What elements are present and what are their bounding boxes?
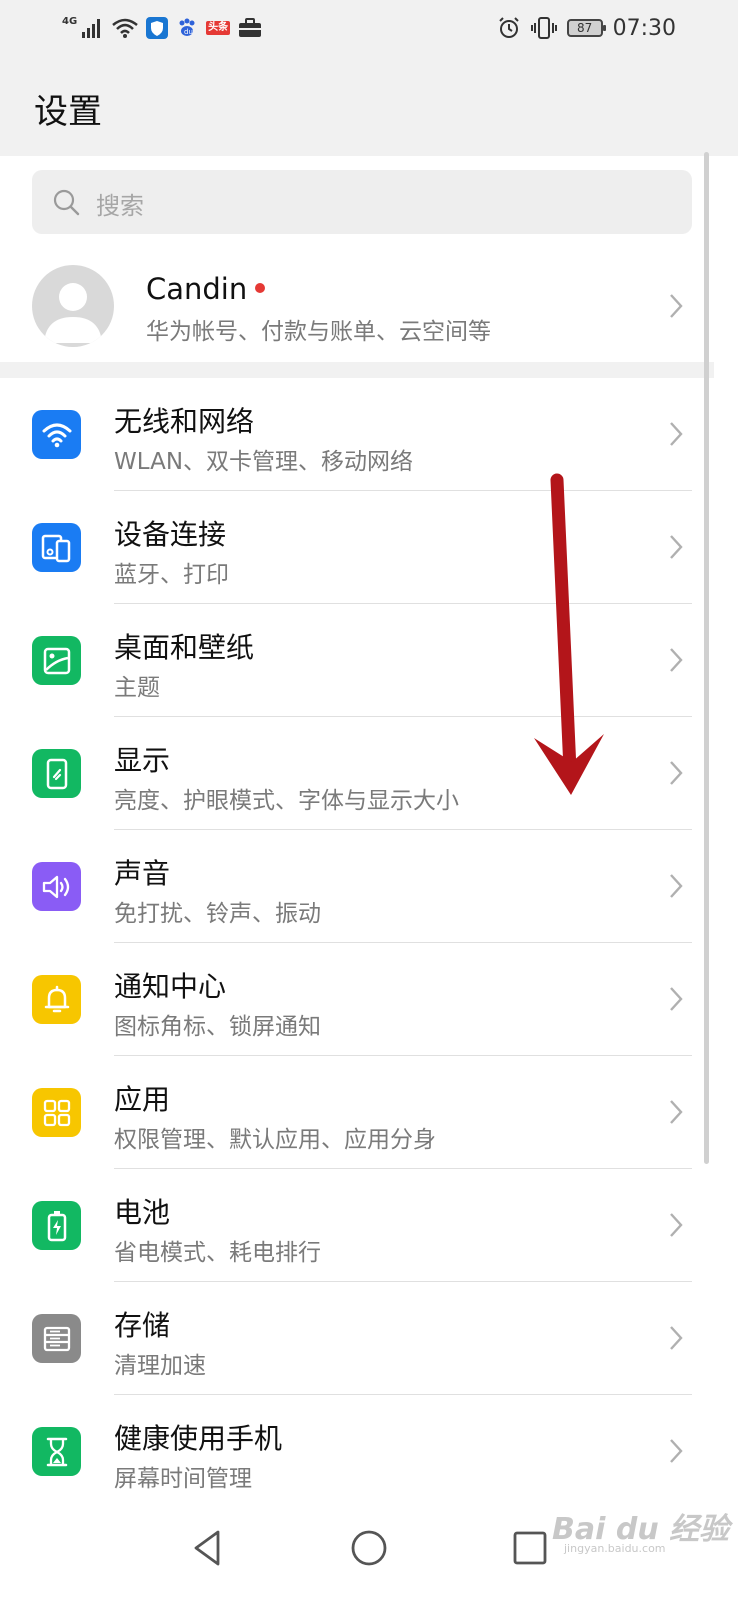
search-input[interactable]: 搜索 bbox=[32, 170, 692, 234]
search-placeholder: 搜索 bbox=[96, 192, 144, 220]
storage-icon bbox=[43, 1326, 70, 1351]
scrollbar[interactable] bbox=[704, 152, 709, 1164]
chevron-right-icon bbox=[670, 1326, 683, 1350]
status-bar: 4G du 头条 87 07:30 bbox=[0, 0, 738, 56]
item-subtitle: 主题 bbox=[114, 675, 160, 701]
account-profile-row[interactable]: Candin 华为帐号、付款与账单、云空间等 bbox=[0, 250, 714, 362]
wallpaper-icon bbox=[43, 647, 70, 674]
chevron-right-icon bbox=[670, 987, 683, 1011]
app-header: 设置 bbox=[0, 56, 738, 156]
item-subtitle: 免打扰、铃声、振动 bbox=[114, 901, 321, 927]
page-title: 设置 bbox=[34, 92, 102, 132]
status-right: 87 07:30 bbox=[497, 14, 676, 42]
settings-item-apps[interactable]: 应用 权限管理、默认应用、应用分身 bbox=[0, 1056, 714, 1169]
home-button[interactable] bbox=[345, 1524, 393, 1572]
row-icon-bg bbox=[32, 1314, 81, 1363]
sound-icon bbox=[42, 875, 69, 898]
apps-grid-icon bbox=[43, 1099, 70, 1126]
item-title: 健康使用手机 bbox=[114, 1422, 283, 1455]
item-subtitle: 图标角标、锁屏通知 bbox=[114, 1014, 321, 1040]
notification-dot bbox=[255, 283, 266, 293]
settings-item-battery[interactable]: 电池 省电模式、耗电排行 bbox=[0, 1169, 714, 1282]
settings-item-digital-balance[interactable]: 健康使用手机 屏幕时间管理 bbox=[0, 1395, 714, 1508]
row-icon-bg bbox=[32, 1088, 81, 1137]
settings-item-storage[interactable]: 存储 清理加速 bbox=[0, 1282, 714, 1395]
item-title: 桌面和壁纸 bbox=[114, 631, 255, 664]
briefcase-icon bbox=[239, 18, 262, 37]
row-icon-bg bbox=[32, 1201, 81, 1250]
item-subtitle: 蓝牙、打印 bbox=[114, 562, 229, 588]
alarm-icon bbox=[498, 17, 519, 38]
item-title: 存储 bbox=[114, 1309, 171, 1342]
chevron-right-icon bbox=[670, 294, 683, 318]
section-divider bbox=[0, 362, 714, 378]
svg-text:du: du bbox=[184, 28, 193, 36]
vibrate-icon bbox=[530, 17, 557, 39]
chevron-right-icon bbox=[670, 761, 683, 785]
item-title: 显示 bbox=[114, 744, 171, 777]
item-subtitle: 清理加速 bbox=[114, 1353, 206, 1379]
network-type-label: 4G bbox=[62, 15, 78, 27]
profile-name-text: Candin bbox=[146, 272, 248, 306]
notification-bell-icon bbox=[44, 985, 69, 1012]
chevron-right-icon bbox=[670, 535, 683, 559]
profile-name: Candin bbox=[146, 272, 266, 306]
item-title: 无线和网络 bbox=[114, 405, 255, 438]
watermark-subtext: jingyan.baidu.com bbox=[564, 1542, 666, 1555]
settings-item-notification-center[interactable]: 通知中心 图标角标、锁屏通知 bbox=[0, 943, 714, 1056]
hourglass-icon bbox=[46, 1437, 67, 1466]
row-icon-bg bbox=[32, 862, 81, 911]
baidu-watermark: Bai du 经验 jingyan.baidu.com bbox=[552, 1504, 732, 1555]
device-connection-icon bbox=[41, 534, 70, 562]
settings-item-sound[interactable]: 声音 免打扰、铃声、振动 bbox=[0, 830, 714, 943]
item-title: 应用 bbox=[114, 1083, 171, 1116]
status-left: 4G du 头条 bbox=[62, 14, 262, 42]
shield-app-icon bbox=[146, 17, 169, 39]
recents-button[interactable] bbox=[506, 1524, 554, 1572]
search-icon bbox=[53, 189, 80, 216]
news-app-badge: 头条 bbox=[206, 21, 231, 35]
item-subtitle: WLAN、双卡管理、移动网络 bbox=[114, 449, 414, 475]
item-title: 声音 bbox=[114, 857, 171, 890]
baidu-paw-icon: du bbox=[179, 18, 195, 36]
wifi-icon bbox=[42, 423, 71, 447]
wifi-status-icon bbox=[112, 18, 138, 38]
clock: 07:30 bbox=[612, 15, 676, 41]
chevron-right-icon bbox=[670, 1439, 683, 1463]
row-icon-bg bbox=[32, 410, 81, 459]
chevron-right-icon bbox=[670, 1100, 683, 1124]
item-title: 电池 bbox=[114, 1196, 171, 1229]
item-subtitle: 屏幕时间管理 bbox=[114, 1466, 252, 1492]
chevron-right-icon bbox=[670, 422, 683, 446]
battery-icon bbox=[47, 1210, 66, 1241]
default-user-icon bbox=[44, 283, 102, 343]
item-subtitle: 亮度、护眼模式、字体与显示大小 bbox=[114, 788, 459, 814]
item-subtitle: 省电模式、耗电排行 bbox=[114, 1240, 321, 1266]
profile-subtitle: 华为帐号、付款与账单、云空间等 bbox=[146, 319, 491, 345]
row-icon-bg bbox=[32, 975, 81, 1024]
item-title: 通知中心 bbox=[114, 970, 227, 1003]
row-icon-bg bbox=[32, 1427, 81, 1476]
row-icon-bg bbox=[32, 749, 81, 798]
settings-screen: 4G du 头条 87 07:30 设置 搜索 Candin 华为帐号、付款与账… bbox=[0, 0, 738, 1600]
item-subtitle: 权限管理、默认应用、应用分身 bbox=[114, 1127, 436, 1153]
chevron-right-icon bbox=[670, 1213, 683, 1237]
item-title: 设备连接 bbox=[114, 518, 227, 551]
scroll-down-arrow-annotation bbox=[534, 473, 604, 795]
back-button[interactable] bbox=[184, 1524, 232, 1572]
cellular-signal-icon bbox=[82, 19, 101, 38]
battery-indicator: 87 bbox=[566, 19, 606, 37]
chevron-right-icon bbox=[670, 648, 683, 672]
display-icon bbox=[46, 758, 67, 789]
chevron-right-icon bbox=[670, 874, 683, 898]
row-icon-bg bbox=[32, 523, 81, 572]
avatar bbox=[32, 265, 114, 347]
row-icon-bg bbox=[32, 636, 81, 685]
